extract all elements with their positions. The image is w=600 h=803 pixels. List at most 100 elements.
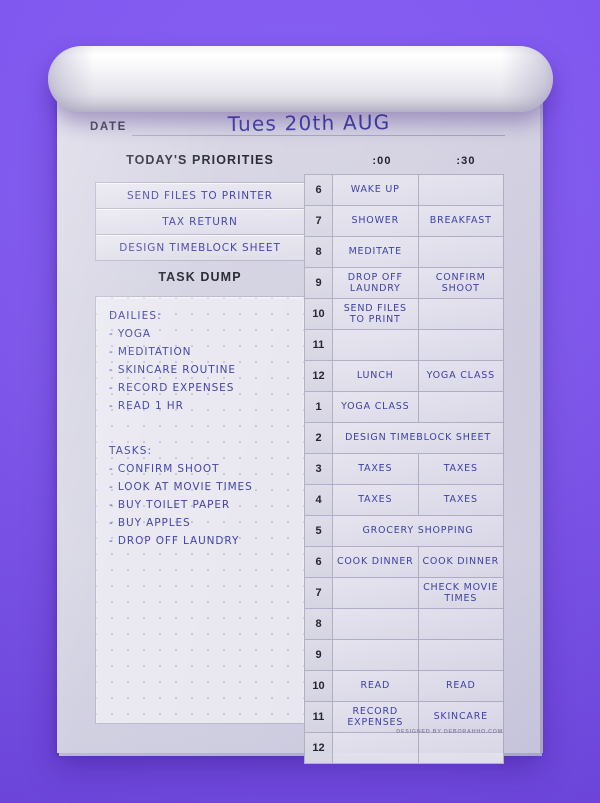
schedule-slot-half-hour[interactable]: TAXES [418, 454, 504, 484]
schedule-row: 9 [305, 640, 504, 671]
schedule-hour-label: 10 [305, 299, 333, 329]
schedule-slot-on-hour[interactable]: DROP OFF LAUNDRY [333, 268, 419, 298]
designer-credit: DESIGNED BY DEBORAHHO.COM [396, 729, 503, 735]
task-dump-item: - SKINCARE ROUTINE [109, 364, 236, 376]
schedule-row: 12 LUNCH YOGA CLASS [305, 361, 504, 392]
task-dump-heading: DAILIES: [109, 310, 162, 322]
schedule-slot-full-hour[interactable]: DESIGN TIMEBLOCK SHEET [333, 423, 504, 453]
schedule-hour-label: 7 [305, 206, 333, 236]
task-dump-item: - BUY APPLES [109, 517, 191, 529]
date-rule [132, 135, 505, 136]
schedule-row: 7 SHOWER BREAKFAST [305, 206, 504, 237]
priority-item[interactable]: SEND FILES TO PRINTER [95, 182, 305, 209]
schedule-slot-on-hour[interactable]: MEDITATE [333, 237, 419, 267]
schedule-hour-label: 10 [305, 671, 333, 701]
schedule-row: 5 GROCERY SHOPPING [305, 516, 504, 547]
priority-item[interactable]: DESIGN TIMEBLOCK SHEET [95, 235, 305, 261]
priority-item[interactable]: TAX RETURN [95, 209, 305, 235]
task-dump-item: - READ 1 HR [109, 400, 184, 412]
task-dump-item: - RECORD EXPENSES [109, 382, 235, 394]
schedule-row: 1 YOGA CLASS [305, 392, 504, 423]
schedule-slot-on-hour[interactable] [333, 640, 419, 670]
schedule-hour-label: 8 [305, 609, 333, 639]
schedule-row: 7 CHECK MOVIE TIMES [305, 578, 504, 609]
task-dump-group-tasks: TASKS: - CONFIRM SHOOT - LOOK AT MOVIE T… [109, 445, 253, 553]
schedule-row: 4 TAXES TAXES [305, 485, 504, 516]
schedule-hour-label: 4 [305, 485, 333, 515]
schedule-row: 2 DESIGN TIMEBLOCK SHEET [305, 423, 504, 454]
schedule-slot-on-hour[interactable]: TAXES [333, 485, 419, 515]
schedule-slot-half-hour[interactable] [418, 392, 504, 422]
schedule-row: 12 [305, 733, 504, 764]
schedule-slot-on-hour[interactable] [333, 609, 419, 639]
schedule-hour-label: 11 [305, 330, 333, 360]
schedule-slot-half-hour[interactable] [418, 299, 504, 329]
schedule-row: 3 TAXES TAXES [305, 454, 504, 485]
schedule-slot-half-hour[interactable] [418, 733, 504, 763]
task-dump-group-dailies: DAILIES: - YOGA - MEDITATION - SKINCARE … [109, 310, 236, 418]
schedule-slot-on-hour[interactable]: SEND FILES TO PRINT [333, 299, 419, 329]
schedule-row: 8 [305, 609, 504, 640]
task-dump-title: TASK DUMP [158, 270, 242, 284]
schedule-slot-on-hour[interactable]: READ [333, 671, 419, 701]
schedule-slot-on-hour[interactable] [333, 733, 419, 763]
schedule-hour-label: 6 [305, 547, 333, 577]
schedule-hour-label: 12 [305, 361, 333, 391]
schedule-slot-on-hour[interactable]: LUNCH [333, 361, 419, 391]
priorities-list: SEND FILES TO PRINTER TAX RETURN DESIGN … [95, 182, 305, 261]
schedule-slot-on-hour[interactable]: WAKE UP [333, 175, 419, 205]
task-dump-item: - CONFIRM SHOOT [109, 463, 220, 475]
schedule-slot-half-hour[interactable]: READ [418, 671, 504, 701]
date-label: DATE [90, 121, 127, 133]
paper-right-edge [540, 99, 543, 753]
priorities-title: TODAY'S PRIORITIES [126, 153, 274, 167]
schedule-slot-half-hour[interactable]: COOK DINNER [418, 547, 504, 577]
schedule-hour-label: 5 [305, 516, 333, 546]
schedule-row: 10 READ READ [305, 671, 504, 702]
schedule-hour-label: 9 [305, 640, 333, 670]
schedule-slot-half-hour[interactable]: TAXES [418, 485, 504, 515]
schedule-slot-on-hour[interactable]: COOK DINNER [333, 547, 419, 577]
schedule-slot-half-hour[interactable]: BREAKFAST [418, 206, 504, 236]
schedule-slot-half-hour[interactable] [418, 609, 504, 639]
schedule-hour-label: 2 [305, 423, 333, 453]
schedule-slot-half-hour[interactable] [418, 640, 504, 670]
schedule-slot-half-hour[interactable]: CONFIRM SHOOT [418, 268, 504, 298]
rolled-paper-top [48, 46, 553, 112]
task-dump-item: - YOGA [109, 328, 151, 340]
schedule-row: 8 MEDITATE [305, 237, 504, 268]
task-dump-item: - DROP OFF LAUNDRY [109, 535, 240, 547]
task-dump-item: - LOOK AT MOVIE TIMES [109, 481, 253, 493]
schedule-slot-on-hour[interactable] [333, 330, 419, 360]
column-header-on-hour: :00 [372, 155, 392, 167]
schedule-row: 9 DROP OFF LAUNDRY CONFIRM SHOOT [305, 268, 504, 299]
schedule-table: 6 WAKE UP 7 SHOWER BREAKFAST 8 MEDITATE 9 DROP O… [304, 174, 504, 764]
task-dump-item: - BUY TOILET PAPER [109, 499, 231, 511]
schedule-slot-on-hour[interactable]: SHOWER [333, 206, 419, 236]
schedule-slot-half-hour[interactable] [418, 237, 504, 267]
schedule-row: 10 SEND FILES TO PRINT [305, 299, 504, 330]
schedule-slot-half-hour[interactable]: YOGA CLASS [418, 361, 504, 391]
schedule-hour-label: 1 [305, 392, 333, 422]
schedule-slot-half-hour[interactable] [418, 330, 504, 360]
schedule-slot-full-hour[interactable]: GROCERY SHOPPING [333, 516, 504, 546]
schedule-slot-half-hour[interactable]: SKINCARE [418, 702, 504, 732]
schedule-hour-label: 3 [305, 454, 333, 484]
schedule-slot-half-hour[interactable]: CHECK MOVIE TIMES [418, 578, 504, 608]
schedule-row: 6 COOK DINNER COOK DINNER [305, 547, 504, 578]
schedule-hour-label: 6 [305, 175, 333, 205]
schedule-hour-label: 11 [305, 702, 333, 732]
column-header-half-hour: :30 [456, 155, 476, 167]
schedule-hour-label: 12 [305, 733, 333, 763]
schedule-slot-on-hour[interactable]: YOGA CLASS [333, 392, 419, 422]
schedule-slot-half-hour[interactable] [418, 175, 504, 205]
schedule-slot-on-hour[interactable] [333, 578, 419, 608]
notepad-sheet: DATE Tues 20th AUG TODAY'S PRIORITIES :0… [57, 95, 543, 764]
date-value[interactable]: Tues 20th AUG [194, 110, 424, 137]
task-dump-box[interactable]: DAILIES: - YOGA - MEDITATION - SKINCARE … [95, 296, 305, 724]
schedule-row: 11 [305, 330, 504, 361]
schedule-hour-label: 8 [305, 237, 333, 267]
schedule-slot-on-hour[interactable]: RECORD EXPENSES [333, 702, 419, 732]
task-dump-item: - MEDITATION [109, 346, 192, 358]
schedule-slot-on-hour[interactable]: TAXES [333, 454, 419, 484]
